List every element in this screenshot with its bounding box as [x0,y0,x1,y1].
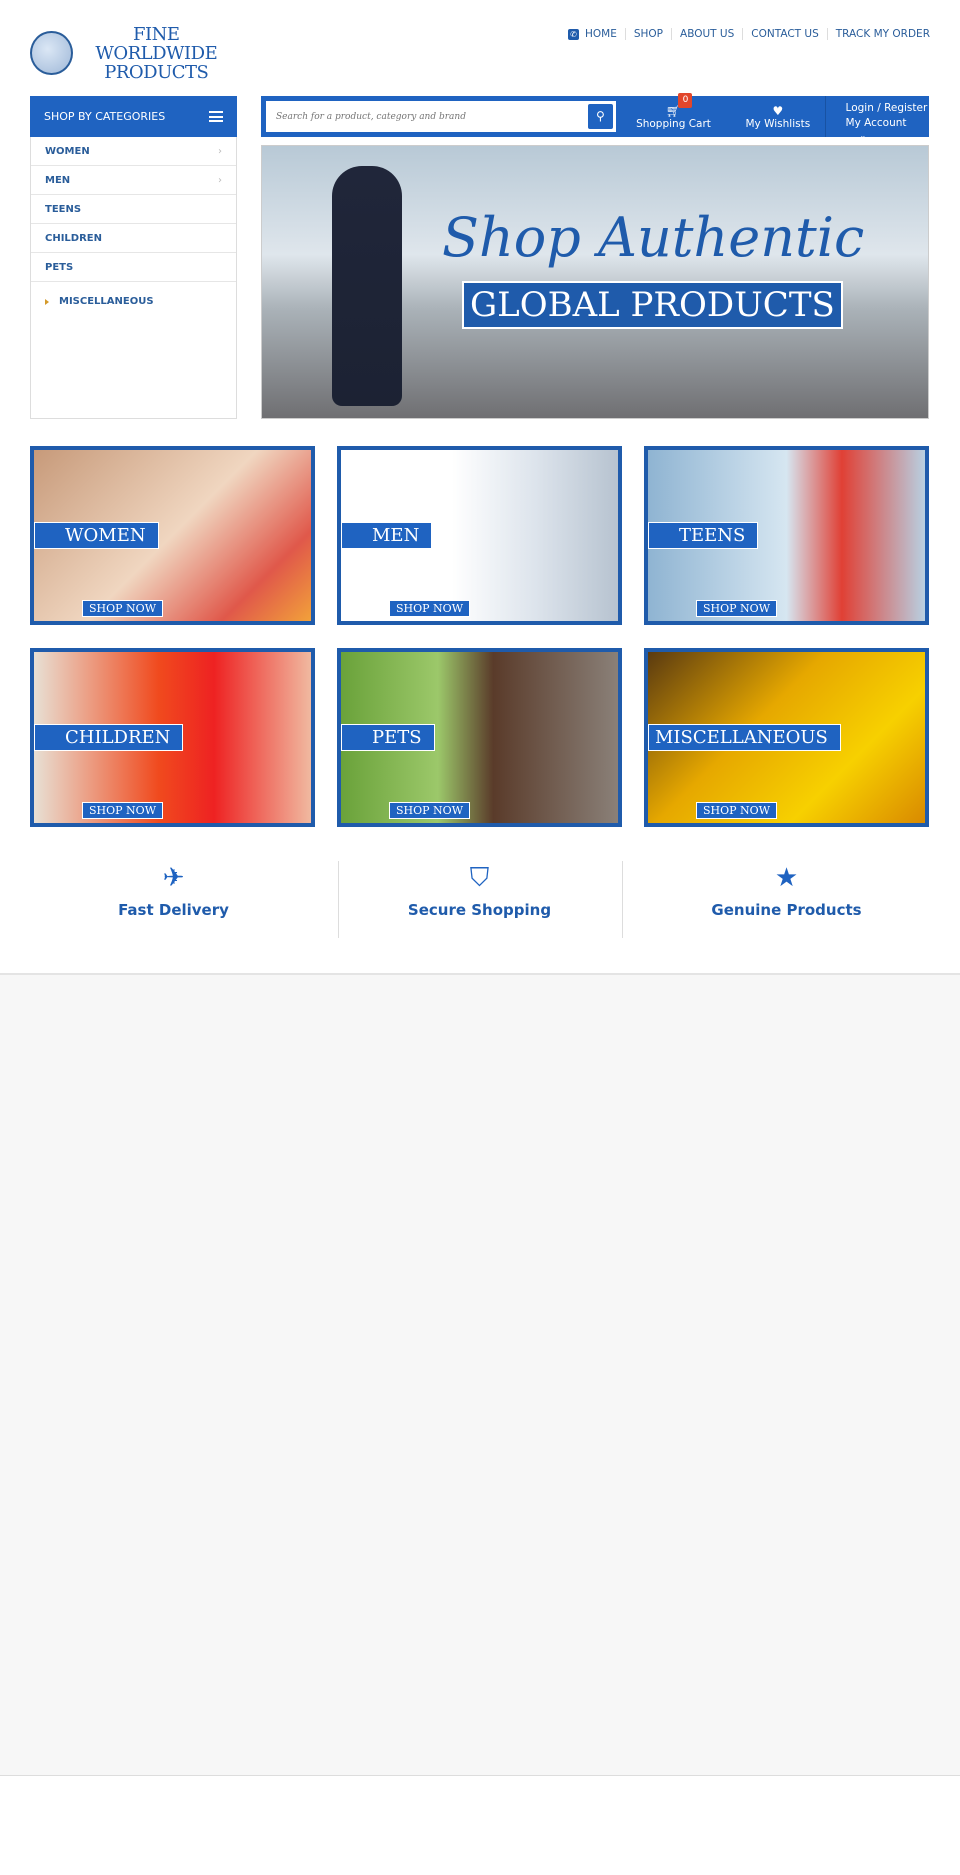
tile-pets[interactable]: PETS SHOP NOW [337,648,622,827]
search-input[interactable] [276,111,588,122]
chevron-down-icon: ⌄ [859,131,867,140]
nav-home[interactable]: HOME [585,28,625,40]
tile-children[interactable]: CHILDREN SHOP NOW [30,648,315,827]
nav-contact-us[interactable]: CONTACT US [742,28,826,40]
search-bar: ⚲ 0 🛒︎ Shopping Cart ♥ My Wishlists Logi… [261,92,929,140]
search-icon[interactable]: ⚲ [587,104,613,129]
tile-label: MISCELLANEOUS [648,724,841,751]
nav-about-us[interactable]: ABOUT US [671,28,742,40]
shop-now-button[interactable]: SHOP NOW [389,600,470,617]
heart-icon: ♥ [772,103,784,118]
tile-men[interactable]: MEN SHOP NOW [337,446,622,625]
tile-label: PETS [341,724,435,751]
content-area [0,973,960,1776]
category-label: MISCELLANEOUS [59,296,154,307]
category-label: TEENS [45,203,82,215]
category-teens[interactable]: TEENS [31,195,236,224]
shop-now-button[interactable]: SHOP NOW [696,802,777,819]
wishlist-label: My Wishlists [745,117,811,130]
feature-secure-shopping: ⛉ Secure Shopping [326,861,633,938]
category-men[interactable]: MEN › [31,166,236,195]
divider [622,861,623,938]
categories-header[interactable]: SHOP BY CATEGORIES [30,96,237,137]
star-icon: ★ [774,863,799,893]
shield-icon: ⛉ [469,863,490,893]
phone-icon: ✆ [567,28,579,40]
banner-headline: Shop Authentic [442,206,865,269]
logo-text: FINE WORLDWIDE PRODUCTS [95,23,218,83]
banner-subheadline: GLOBAL PRODUCTS [462,281,843,329]
my-account-label: My Account [845,117,907,129]
cart-count-badge: 0 [678,92,693,108]
category-children[interactable]: CHILDREN [31,224,236,253]
category-label: PETS [45,261,74,273]
category-miscellaneous[interactable]: MISCELLANEOUS [31,282,236,321]
category-label: MEN [45,174,71,186]
tile-miscellaneous[interactable]: MISCELLANEOUS SHOP NOW [644,648,929,827]
cart-label: Shopping Cart [636,117,711,130]
tile-label: TEENS [648,522,759,549]
feature-label: Genuine Products [711,901,862,919]
top-nav: ✆ HOME SHOP ABOUT US CONTACT US TRACK MY… [567,28,930,40]
airplane-icon: ✈ [162,863,185,893]
cart-globe-icon [30,31,73,75]
menu-icon[interactable] [209,111,223,122]
tile-label: WOMEN [34,522,159,549]
feature-label: Secure Shopping [407,901,552,919]
shopper-image [332,166,402,406]
shop-now-button[interactable]: SHOP NOW [82,802,163,819]
cart-icon: 🛒︎ [665,103,682,118]
search-box: ⚲ [266,101,616,132]
feature-fast-delivery: ✈ Fast Delivery [20,861,327,938]
shop-now-button[interactable]: SHOP NOW [82,600,163,617]
login-register-link[interactable]: Login / Register [846,102,929,114]
nav-shop[interactable]: SHOP [624,28,671,40]
tile-label: CHILDREN [34,724,184,751]
caret-right-icon [45,298,49,305]
chevron-right-icon: › [218,145,222,157]
category-pets[interactable]: PETS [31,253,236,282]
categories-title: SHOP BY CATEGORIES [44,110,166,123]
tile-women[interactable]: WOMEN SHOP NOW [30,446,315,625]
category-list: WOMEN › MEN › TEENS CHILDREN PETS MISCELLA… [30,137,237,419]
feature-genuine-products: ★ Genuine Products [633,861,940,938]
tile-label: MEN [341,522,433,549]
hero-banner[interactable]: Shop Authentic GLOBAL PRODUCTS [261,145,929,419]
feature-label: Fast Delivery [118,901,229,919]
category-label: CHILDREN [45,232,103,244]
shop-now-button[interactable]: SHOP NOW [389,802,470,819]
chevron-right-icon: › [218,174,222,186]
category-women[interactable]: WOMEN › [31,137,236,166]
account-menu[interactable]: Login / Register My Account ⌄ [824,96,929,140]
category-label: WOMEN [45,145,90,157]
tile-teens[interactable]: TEENS SHOP NOW [644,446,929,625]
nav-track-order[interactable]: TRACK MY ORDER [826,28,930,40]
shopping-cart-button[interactable]: 0 🛒︎ Shopping Cart [616,92,731,130]
wishlist-button[interactable]: ♥ My Wishlists [731,104,824,130]
site-logo[interactable]: FINE WORLDWIDE PRODUCTS [30,25,236,82]
shop-now-button[interactable]: SHOP NOW [696,600,777,617]
